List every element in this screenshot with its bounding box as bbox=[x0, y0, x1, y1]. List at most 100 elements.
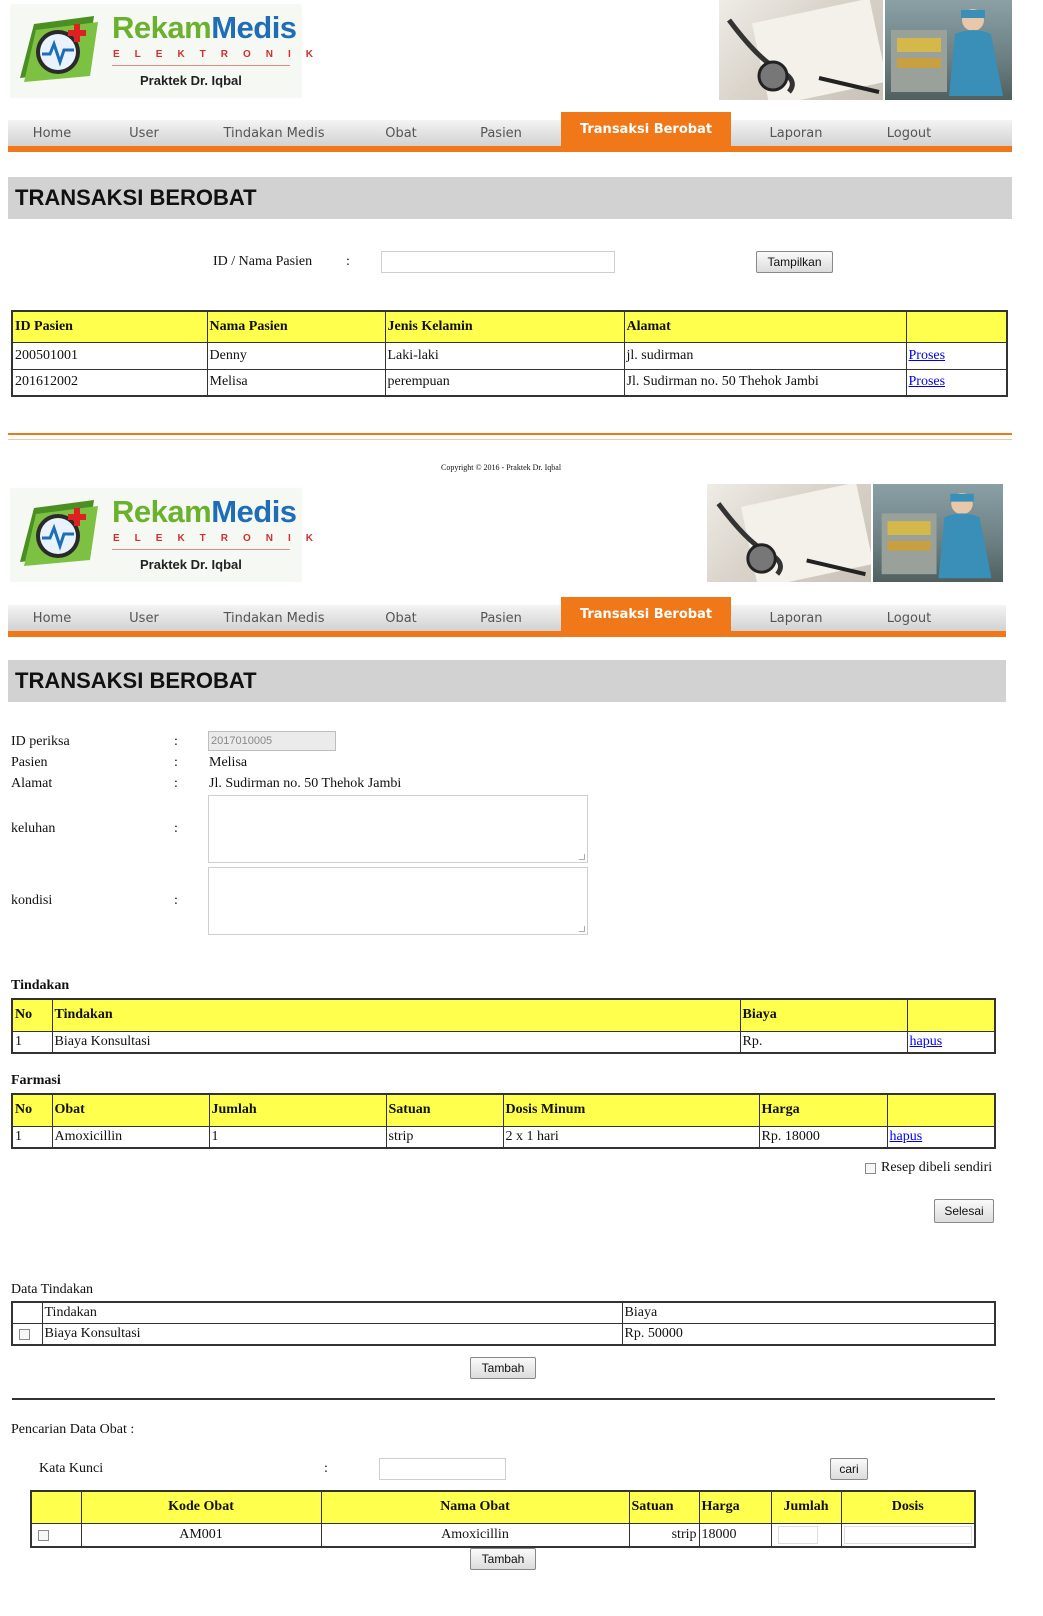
tampilkan-button[interactable]: Tampilkan bbox=[756, 251, 833, 273]
stethoscope-photo bbox=[719, 0, 883, 100]
table-row: 201612002 Melisa perempuan Jl. Sudirman … bbox=[11, 368, 1008, 397]
nav-home[interactable]: Home bbox=[8, 605, 96, 633]
col-id-pasien: ID Pasien bbox=[11, 310, 208, 343]
proses-link[interactable]: Proses bbox=[909, 374, 946, 389]
col-tindakan: Tindakan bbox=[51, 998, 741, 1032]
hapus-link[interactable]: hapus bbox=[910, 1034, 943, 1049]
table-row: 1 Biaya Konsultasi Rp. hapus bbox=[11, 1030, 996, 1054]
nav-user[interactable]: User bbox=[96, 120, 192, 148]
cell-satuan: strip bbox=[628, 1522, 700, 1548]
id-periksa-label: ID periksa bbox=[11, 734, 70, 749]
nav-tindakan-medis[interactable]: Tindakan Medis bbox=[192, 120, 356, 148]
keluhan-textarea[interactable] bbox=[208, 795, 588, 863]
nav-laporan[interactable]: Laporan bbox=[736, 605, 856, 633]
table-row: Biaya Konsultasi Rp. 50000 bbox=[11, 1322, 996, 1346]
alamat-colon: : bbox=[174, 776, 178, 791]
col-biaya: Biaya bbox=[739, 998, 908, 1032]
nav-tindakan-medis[interactable]: Tindakan Medis bbox=[192, 605, 356, 633]
jumlah-input[interactable] bbox=[777, 1525, 818, 1544]
nav-obat[interactable]: Obat bbox=[356, 120, 446, 148]
header-top: RekamMedis ELEKTRONIK Praktek Dr. Iqbal bbox=[8, 0, 1035, 102]
nav-pasien[interactable]: Pasien bbox=[446, 605, 556, 633]
pasien-value: Melisa bbox=[209, 755, 248, 770]
table-header-row: ID Pasien Nama Pasien Jenis Kelamin Alam… bbox=[11, 310, 1008, 343]
search-colon: : bbox=[346, 254, 350, 269]
cell-kode: AM001 bbox=[80, 1522, 322, 1548]
col-nama-obat: Nama Obat bbox=[320, 1490, 630, 1524]
nav-logout[interactable]: Logout bbox=[856, 120, 962, 148]
cell-id: 201612002 bbox=[11, 368, 208, 397]
cell-biaya: Rp. bbox=[739, 1030, 908, 1054]
cell-no: 1 bbox=[11, 1030, 53, 1054]
kata-kunci-input[interactable] bbox=[379, 1458, 506, 1480]
logo-subtitle: ELEKTRONIK bbox=[113, 49, 328, 60]
col-action bbox=[886, 1093, 996, 1127]
cell-nama: Amoxicillin bbox=[320, 1522, 630, 1548]
nav-pasien[interactable]: Pasien bbox=[446, 120, 556, 148]
patient-search-input[interactable] bbox=[381, 251, 615, 273]
tambah-tindakan-button[interactable]: Tambah bbox=[470, 1357, 536, 1379]
col-action bbox=[905, 310, 1008, 343]
pencarian-obat-title: Pencarian Data Obat : bbox=[11, 1422, 135, 1437]
col-biaya: Biaya bbox=[621, 1301, 996, 1324]
cell-jk: perempuan bbox=[384, 368, 625, 397]
keluhan-colon: : bbox=[174, 821, 178, 836]
kondisi-textarea[interactable] bbox=[208, 867, 588, 935]
table-header-row: No Tindakan Biaya bbox=[11, 998, 996, 1032]
cell-jumlah bbox=[770, 1522, 842, 1548]
cari-button[interactable]: cari bbox=[830, 1458, 868, 1480]
id-periksa-field[interactable] bbox=[208, 731, 336, 751]
nav-obat[interactable]: Obat bbox=[356, 605, 446, 633]
col-kode-obat: Kode Obat bbox=[80, 1490, 322, 1524]
footer-divider-light bbox=[8, 439, 1012, 440]
nav-transaksi-berobat[interactable]: Transaksi Berobat bbox=[561, 597, 731, 633]
col-satuan: Satuan bbox=[385, 1093, 504, 1127]
resep-dibeli-sendiri-label: Resep dibeli sendiri bbox=[881, 1160, 993, 1175]
col-dosis-minum: Dosis Minum bbox=[502, 1093, 760, 1127]
pasien-colon: : bbox=[174, 755, 178, 770]
select-obat-checkbox[interactable] bbox=[38, 1529, 49, 1541]
cell-checkbox bbox=[11, 1322, 43, 1346]
cell-no: 1 bbox=[11, 1125, 53, 1149]
data-tindakan-table: Tindakan Biaya Biaya Konsultasi Rp. 5000… bbox=[11, 1301, 996, 1346]
proses-link[interactable]: Proses bbox=[909, 348, 946, 363]
kondisi-label: kondisi bbox=[11, 893, 53, 908]
nav-home[interactable]: Home bbox=[8, 120, 96, 148]
tambah-obat-button[interactable]: Tambah bbox=[470, 1548, 536, 1570]
cell-dosis bbox=[840, 1522, 976, 1548]
logo-divider bbox=[112, 65, 290, 66]
tindakan-table: No Tindakan Biaya 1 Biaya Konsultasi Rp.… bbox=[11, 998, 996, 1054]
col-action bbox=[906, 998, 996, 1032]
resep-dibeli-sendiri-checkbox[interactable] bbox=[865, 1163, 876, 1174]
select-tindakan-checkbox[interactable] bbox=[19, 1328, 30, 1340]
nav-logout[interactable]: Logout bbox=[856, 605, 962, 633]
cell-action: Proses bbox=[905, 368, 1008, 397]
patient-table: ID Pasien Nama Pasien Jenis Kelamin Alam… bbox=[11, 310, 1008, 397]
col-jumlah: Jumlah bbox=[208, 1093, 387, 1127]
col-no: No bbox=[11, 1093, 53, 1127]
pasien-label: Pasien bbox=[11, 755, 48, 770]
doctor-photo bbox=[873, 484, 1003, 582]
praktek-name: Praktek Dr. Iqbal bbox=[140, 73, 242, 88]
col-checkbox bbox=[11, 1301, 43, 1324]
page-title: TRANSAKSI BEROBAT bbox=[8, 177, 1012, 219]
header-bottom: RekamMedis ELEKTRONIK Praktek Dr. Iqbal bbox=[8, 484, 1035, 586]
obat-table: Kode Obat Nama Obat Satuan Harga Jumlah … bbox=[30, 1490, 976, 1548]
cell-satuan: strip bbox=[385, 1125, 504, 1149]
dosis-input[interactable] bbox=[843, 1525, 972, 1544]
col-satuan: Satuan bbox=[628, 1490, 700, 1524]
cell-checkbox bbox=[30, 1522, 82, 1548]
selesai-button[interactable]: Selesai bbox=[934, 1199, 994, 1223]
farmasi-table: No Obat Jumlah Satuan Dosis Minum Harga … bbox=[11, 1093, 996, 1149]
heartbeat-book-icon bbox=[20, 500, 98, 566]
hapus-link[interactable]: hapus bbox=[890, 1129, 923, 1144]
doctor-photo bbox=[885, 0, 1012, 100]
main-nav-top: Home User Tindakan Medis Obat Pasien Tra… bbox=[8, 112, 1012, 152]
nav-transaksi-berobat[interactable]: Transaksi Berobat bbox=[561, 112, 731, 148]
logo-subtitle: ELEKTRONIK bbox=[113, 533, 328, 544]
cell-action: hapus bbox=[886, 1125, 996, 1149]
cell-action: hapus bbox=[906, 1030, 996, 1054]
resize-grip-icon bbox=[579, 854, 585, 860]
nav-laporan[interactable]: Laporan bbox=[736, 120, 856, 148]
nav-user[interactable]: User bbox=[96, 605, 192, 633]
